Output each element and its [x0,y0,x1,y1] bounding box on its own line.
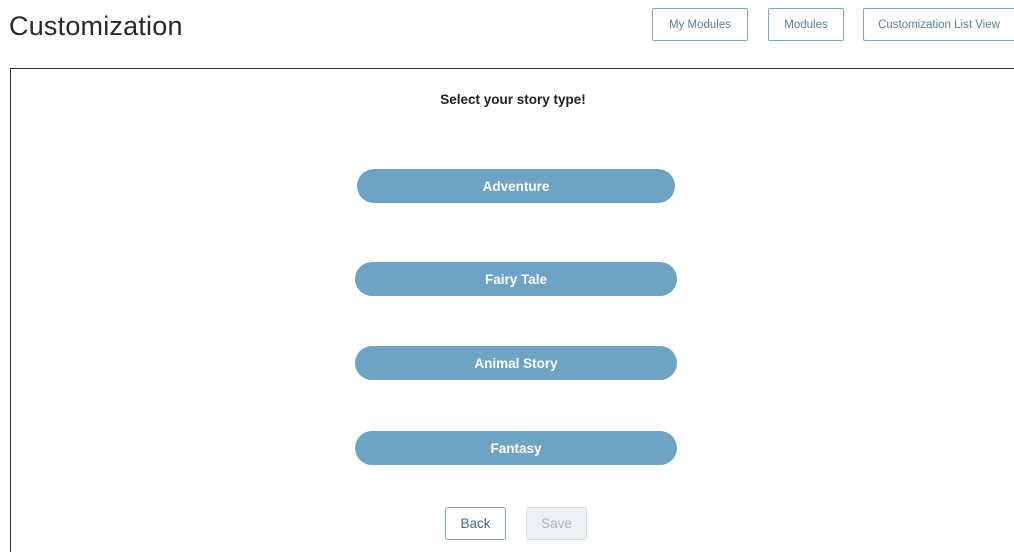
story-type-animal-story-button[interactable]: Animal Story [355,346,677,380]
story-type-fantasy-button[interactable]: Fantasy [355,431,677,465]
back-button[interactable]: Back [445,507,506,540]
customization-list-view-button[interactable]: Customization List View [863,8,1014,41]
my-modules-button[interactable]: My Modules [652,8,748,41]
page-title: Customization [9,11,183,41]
save-button[interactable]: Save [526,507,587,540]
page: Customization My Modules Modules Customi… [0,0,1014,552]
story-type-prompt: Select your story type! [440,92,586,107]
modules-button[interactable]: Modules [768,8,844,41]
story-type-adventure-button[interactable]: Adventure [357,169,675,203]
story-type-panel: Select your story type! Adventure Fairy … [10,68,1014,552]
story-type-fairy-tale-button[interactable]: Fairy Tale [355,262,677,296]
